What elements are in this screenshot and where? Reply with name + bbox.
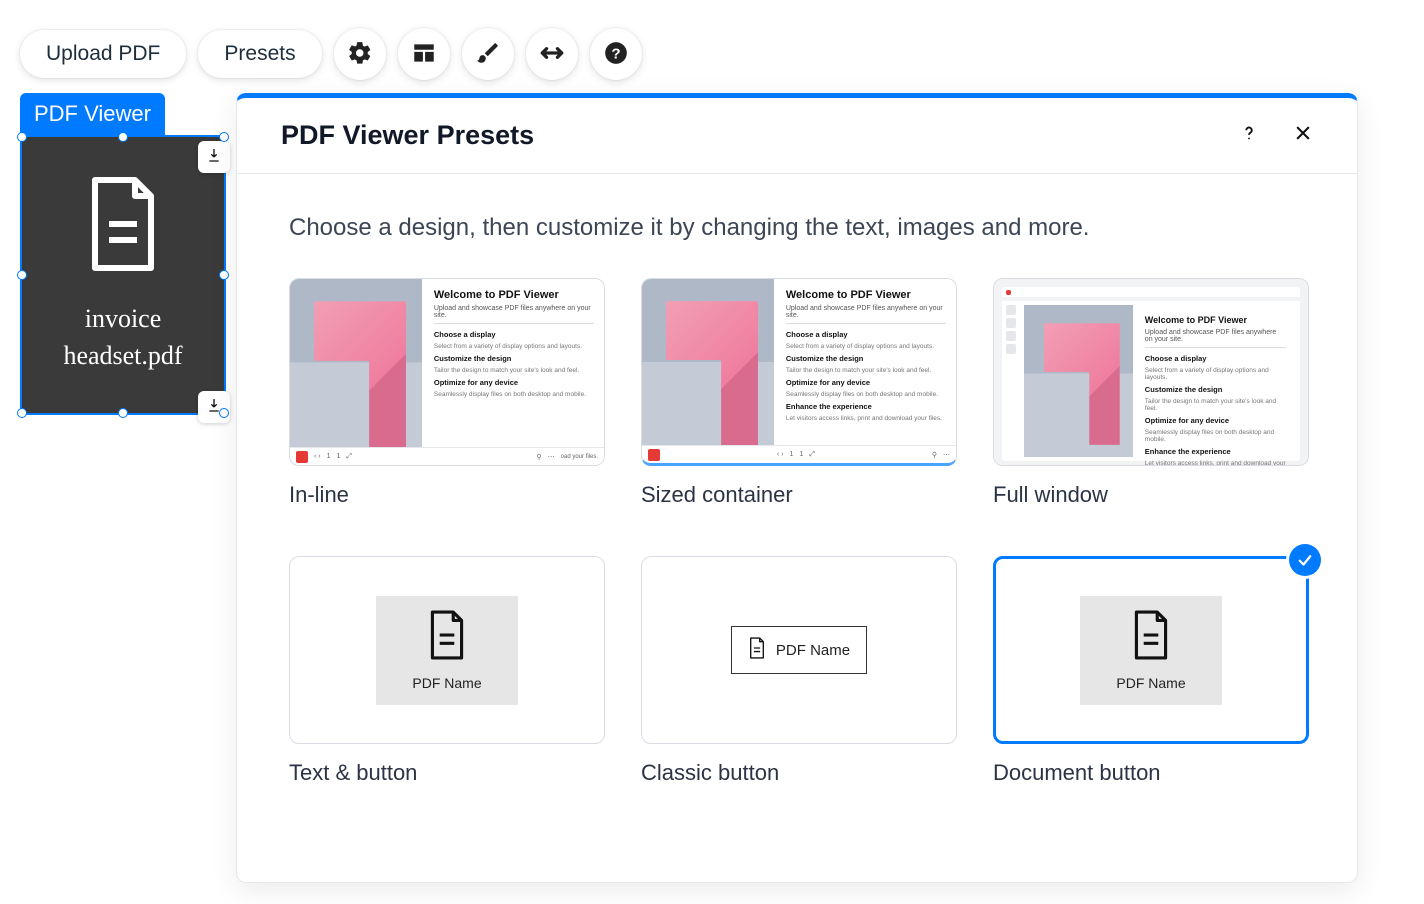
file-icon xyxy=(1130,610,1172,665)
widget-body[interactable]: invoice headset.pdf xyxy=(20,135,226,415)
close-icon xyxy=(1293,123,1313,148)
preset-label: In-line xyxy=(289,482,605,508)
brush-icon xyxy=(475,40,501,69)
selected-check-icon xyxy=(1289,544,1321,576)
resize-handle[interactable] xyxy=(118,408,128,418)
preset-in-line[interactable]: Welcome to PDF Viewer Upload and showcas… xyxy=(289,278,605,508)
resize-handle[interactable] xyxy=(118,132,128,142)
preset-sized-container[interactable]: Welcome to PDF Viewer Upload and showcas… xyxy=(641,278,957,508)
file-icon xyxy=(748,637,766,663)
design-button[interactable] xyxy=(462,28,514,80)
stretch-button[interactable] xyxy=(526,28,578,80)
panel-close-button[interactable] xyxy=(1289,122,1317,150)
help-icon: ? xyxy=(603,40,629,69)
resize-handle[interactable] xyxy=(219,132,229,142)
preset-document-button[interactable]: PDF Name Document button xyxy=(993,556,1309,786)
resize-handle[interactable] xyxy=(17,270,27,280)
resize-handle[interactable] xyxy=(17,408,27,418)
upload-pdf-button[interactable]: Upload PDF xyxy=(20,30,186,78)
widget-filename: invoice headset.pdf xyxy=(63,301,182,374)
help-icon xyxy=(1238,122,1260,149)
gear-icon xyxy=(347,40,373,69)
top-toolbar: Upload PDF Presets ? xyxy=(20,28,642,80)
download-badge-top[interactable] xyxy=(198,141,230,173)
panel-subtitle: Choose a design, then customize it by ch… xyxy=(289,214,1305,242)
horizontal-arrows-icon xyxy=(539,40,565,69)
preset-label: Sized container xyxy=(641,482,957,508)
panel-header: PDF Viewer Presets xyxy=(237,98,1357,174)
preset-label: Full window xyxy=(993,482,1309,508)
resize-handle[interactable] xyxy=(219,408,229,418)
file-icon xyxy=(83,176,163,277)
download-badge-bottom[interactable] xyxy=(198,391,230,423)
download-icon xyxy=(206,147,222,168)
resize-handle[interactable] xyxy=(219,270,229,280)
preset-label: Text & button xyxy=(289,760,605,786)
presets-button[interactable]: Presets xyxy=(198,30,321,78)
pdf-viewer-widget[interactable]: PDF Viewer invoice headset.pdf xyxy=(20,93,226,415)
preset-text-and-button[interactable]: PDF Name Text & button xyxy=(289,556,605,786)
file-icon xyxy=(426,610,468,665)
preset-classic-button[interactable]: PDF Name Classic button xyxy=(641,556,957,786)
preset-label: Document button xyxy=(993,760,1309,786)
presets-panel: PDF Viewer Presets Choose a design, then… xyxy=(236,93,1358,883)
layout-button[interactable] xyxy=(398,28,450,80)
help-toolbar-button[interactable]: ? xyxy=(590,28,642,80)
preset-full-window[interactable]: Welcome to PDF Viewer Upload and showcas… xyxy=(993,278,1309,508)
panel-title: PDF Viewer Presets xyxy=(281,120,534,151)
preset-label: Classic button xyxy=(641,760,957,786)
panel-help-button[interactable] xyxy=(1235,122,1263,150)
settings-button[interactable] xyxy=(334,28,386,80)
svg-text:?: ? xyxy=(611,45,620,62)
resize-handle[interactable] xyxy=(17,132,27,142)
presets-grid: Welcome to PDF Viewer Upload and showcas… xyxy=(289,278,1305,786)
widget-tab-label: PDF Viewer xyxy=(20,93,165,135)
layout-icon xyxy=(411,40,437,69)
